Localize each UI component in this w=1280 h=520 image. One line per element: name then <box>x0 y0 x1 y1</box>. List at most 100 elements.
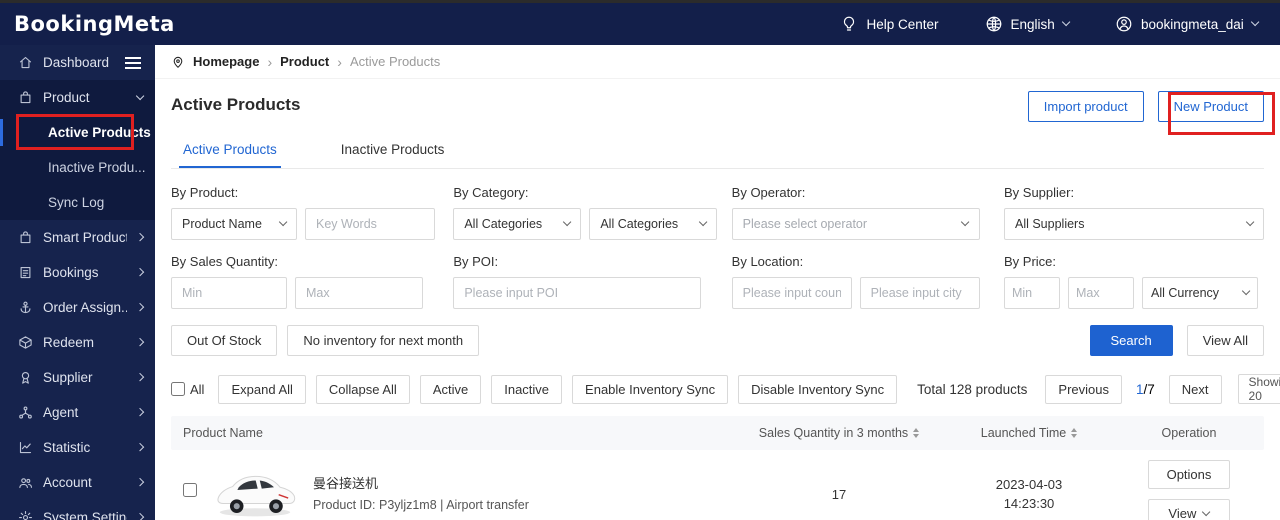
collapse-menu-icon[interactable] <box>125 61 141 64</box>
sidebar-item-label: Bookings <box>43 265 99 280</box>
inactive-button[interactable]: Inactive <box>491 374 563 404</box>
sidebar-item-label: Product <box>43 90 90 105</box>
import-product-button[interactable]: Import product <box>1027 91 1144 122</box>
chevron-right-icon <box>135 303 145 312</box>
operator-select[interactable]: Please select operator <box>731 208 980 240</box>
language-selector[interactable]: English <box>985 15 1071 33</box>
launched-time: 14:23:30 <box>1003 496 1055 511</box>
city-input[interactable] <box>859 277 980 309</box>
sidebar-item-system-setting[interactable]: System Setting <box>0 500 155 520</box>
gear-icon <box>18 510 33 520</box>
product-category: Airport transfer <box>446 498 529 513</box>
sidebar-item-label: Agent <box>43 405 79 420</box>
row-checkbox[interactable] <box>183 483 197 497</box>
options-button[interactable]: Options <box>1148 460 1230 489</box>
previous-page-button[interactable]: Previous <box>1045 374 1122 404</box>
column-sales-quantity[interactable]: Sales Quantity in 3 months <box>734 426 944 440</box>
product-name-select[interactable]: Product Name <box>171 208 297 240</box>
filter-label: By Sales Quantity: <box>171 254 278 269</box>
disable-inventory-sync-button[interactable]: Disable Inventory Sync <box>738 374 898 404</box>
tab-active-products[interactable]: Active Products <box>179 136 281 168</box>
sidebar-item-agent[interactable]: Agent <box>0 395 155 430</box>
main-content: Homepage › Product › Active Products Act… <box>155 45 1280 520</box>
poi-input[interactable] <box>453 277 702 309</box>
sort-icon[interactable] <box>913 428 920 438</box>
product-name[interactable]: 曼谷接送机 <box>313 473 529 495</box>
sidebar-subitem-inactive-products[interactable]: Inactive Produ... <box>0 150 155 185</box>
chevron-down-icon <box>961 218 970 227</box>
select-placeholder: Please select operator <box>742 217 868 231</box>
chevron-right-icon <box>135 268 145 277</box>
chevron-down-icon <box>1202 507 1211 517</box>
chevron-down-icon <box>135 91 145 101</box>
sidebar-item-label: Order Assign... <box>43 300 127 315</box>
lightbulb-icon <box>840 15 858 33</box>
category-select-2[interactable]: All Categories <box>589 208 718 240</box>
breadcrumb-separator: › <box>267 53 273 70</box>
sort-icon[interactable] <box>1071 428 1078 438</box>
sales-quantity-min-input[interactable] <box>171 277 287 309</box>
user-avatar-icon <box>1115 15 1133 33</box>
select-value: All Currency <box>1150 286 1220 300</box>
sidebar-item-dashboard[interactable]: Dashboard <box>0 45 155 80</box>
help-center-link[interactable]: Help Center <box>840 15 939 33</box>
supplier-select[interactable]: All Suppliers <box>1003 208 1264 240</box>
collapse-all-button[interactable]: Collapse All <box>315 374 410 404</box>
filter-by-location: By Location: <box>731 254 994 309</box>
active-button[interactable]: Active <box>419 374 482 404</box>
keywords-input[interactable] <box>305 208 435 240</box>
total-pages: 7 <box>1147 381 1155 397</box>
chevron-down-icon <box>1241 287 1251 296</box>
breadcrumb-product[interactable]: Product <box>280 54 329 69</box>
next-page-button[interactable]: Next <box>1168 374 1222 404</box>
product-id-label: Product ID: <box>313 498 376 513</box>
user-menu[interactable]: bookingmeta_dai <box>1115 15 1260 33</box>
enable-inventory-sync-button[interactable]: Enable Inventory Sync <box>572 374 729 404</box>
sidebar-item-bookings[interactable]: Bookings <box>0 255 155 290</box>
filter-label: By Location: <box>731 254 804 269</box>
select-all-checkbox[interactable] <box>171 382 185 396</box>
view-all-button[interactable]: View All <box>1186 325 1264 356</box>
search-button[interactable]: Search <box>1089 325 1173 356</box>
language-label: English <box>1010 16 1055 32</box>
breadcrumb-homepage[interactable]: Homepage <box>193 54 259 69</box>
expand-all-button[interactable]: Expand All <box>218 374 306 404</box>
new-product-button[interactable]: New Product <box>1157 91 1264 122</box>
breadcrumb: Homepage › Product › Active Products <box>155 45 1280 79</box>
sidebar-item-statistic[interactable]: Statistic <box>0 430 155 465</box>
filter-by-sales-quantity: By Sales Quantity: <box>171 254 443 309</box>
sidebar-item-redeem[interactable]: Redeem <box>0 325 155 360</box>
select-all-control[interactable]: All <box>171 382 204 397</box>
view-button[interactable]: View <box>1148 499 1230 520</box>
country-input[interactable] <box>731 277 852 309</box>
sidebar-item-product[interactable]: Product <box>0 80 155 115</box>
price-max-input[interactable] <box>1067 277 1134 309</box>
filter-by-supplier: By Supplier: All Suppliers <box>1003 185 1264 240</box>
category-select-1[interactable]: All Categories <box>453 208 582 240</box>
chevron-right-icon <box>135 373 145 382</box>
brand-logo: BookingMeta <box>14 12 175 36</box>
sidebar-item-order-assign[interactable]: Order Assign... <box>0 290 155 325</box>
sidebar-subitem-active-products[interactable]: Active Products <box>0 115 155 150</box>
filter-label: By Operator: <box>731 185 806 200</box>
sidebar-item-label: Account <box>43 475 92 490</box>
sidebar-item-account[interactable]: Account <box>0 465 155 500</box>
out-of-stock-button[interactable]: Out Of Stock <box>171 325 278 356</box>
tab-inactive-products[interactable]: Inactive Products <box>337 136 449 168</box>
sidebar-item-smart-product[interactable]: Smart Product <box>0 220 155 255</box>
launched-date: 2023-04-03 <box>995 476 1063 492</box>
currency-select[interactable]: All Currency <box>1141 277 1258 309</box>
sidebar-item-supplier[interactable]: Supplier <box>0 360 155 395</box>
sidebar-subitem-sync-log[interactable]: Sync Log <box>0 185 155 220</box>
column-launched-time[interactable]: Launched Time <box>944 426 1114 440</box>
help-center-label: Help Center <box>866 16 939 32</box>
price-min-input[interactable] <box>1003 277 1060 309</box>
globe-icon <box>985 15 1003 33</box>
chevron-down-icon <box>562 218 572 227</box>
sidebar-item-label: System Setting <box>43 510 127 520</box>
chevron-right-icon <box>135 513 145 520</box>
sales-quantity-max-input[interactable] <box>295 277 423 309</box>
page-size-select[interactable]: Showing 20 <box>1237 374 1280 404</box>
chevron-down-icon <box>698 218 708 227</box>
no-inventory-button[interactable]: No inventory for next month <box>287 325 480 356</box>
